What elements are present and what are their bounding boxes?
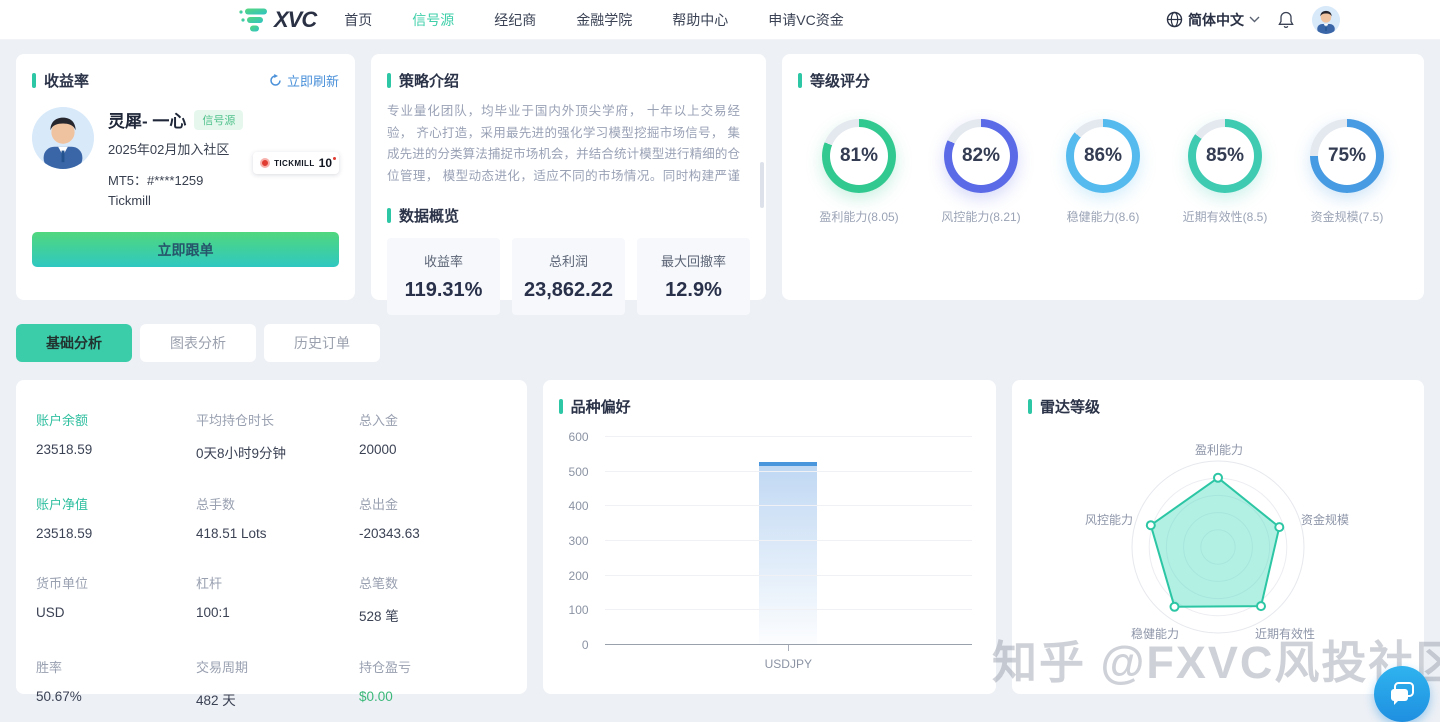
fxvc-logo-icon: [238, 5, 272, 35]
nav-item-help-center[interactable]: 帮助中心: [672, 10, 728, 30]
brand-logo[interactable]: XVC: [238, 5, 316, 35]
radar-label-stability: 稳健能力: [1110, 625, 1200, 642]
card-title-symbol-preference: 品种偏好: [559, 396, 980, 417]
stat-currency-unit: 货币单位 USD: [36, 573, 196, 625]
strategy-card: 策略介绍 专业量化团队，均毕业于国内外顶尖学府， 十年以上交易经验， 齐心打造，…: [371, 54, 766, 300]
stat-total-trades: 总笔数 528 笔: [359, 573, 511, 625]
gauge-risk-control: 82% 风控能力(8.21): [922, 119, 1040, 225]
card-title-strategy: 策略介绍: [387, 70, 750, 91]
refresh-link[interactable]: 立即刷新: [269, 71, 339, 90]
bar-chart-y-axis: 0100200300400500600: [559, 437, 595, 645]
strategy-scrollbar[interactable]: [760, 162, 764, 208]
bar-usdjpy[interactable]: [759, 462, 817, 645]
title-marker: [387, 208, 391, 223]
level-rating-card: 等级评分 81% 盈利能力(8.05) 82% 风控能力(8.21) 86% 稳…: [782, 54, 1424, 300]
signal-profile-card: 收益率 立即刷新: [16, 54, 355, 300]
symbol-preference-bar-chart: 0100200300400500600 USDJPY: [559, 431, 980, 679]
overview-stat-total-profit: 总利润 23,862.22: [512, 238, 625, 315]
title-marker: [1028, 399, 1032, 414]
signal-avatar: [32, 107, 94, 169]
nav-item-academy[interactable]: 金融学院: [576, 10, 632, 30]
card-title-yield: 收益率: [32, 70, 89, 91]
radar-chart: 盈利能力 资金规模 近期有效性 稳健能力 风控能力: [1028, 425, 1408, 687]
signal-name: 灵犀- 一心: [108, 107, 186, 132]
brand-logo-text: XVC: [274, 7, 316, 33]
nav-item-home[interactable]: 首页: [344, 10, 372, 30]
account-stats-card: 账户余额 23518.59 平均持仓时长 0天8小时9分钟 总入金 20000 …: [16, 380, 527, 694]
radar-rating-card: 雷达等级 盈利能力 资金规模 近期有效性 稳健能力: [1012, 380, 1424, 694]
card-title-data-overview: 数据概览: [387, 205, 750, 226]
stat-leverage: 杠杆 100:1: [196, 573, 359, 625]
analysis-tabs: 基础分析 图表分析 历史订单: [16, 324, 1424, 362]
stat-account-equity: 账户净值 23518.59: [36, 494, 196, 541]
title-marker: [32, 73, 36, 88]
radar-label-profitability: 盈利能力: [1174, 441, 1264, 458]
gauge-stability: 86% 稳健能力(8.6): [1044, 119, 1162, 225]
tickmill-logo-icon: [260, 158, 270, 168]
radar-chart-svg: [1028, 425, 1408, 687]
signal-source-badge: 信号源: [194, 110, 243, 130]
card-title-rating: 等级评分: [798, 70, 1408, 91]
avatar-person-icon: [1312, 6, 1340, 34]
tickmill-broker-badge: TICKMILL 10: [253, 152, 339, 174]
gauge-fund-scale: 75% 资金规模(7.5): [1288, 119, 1406, 225]
main-nav: 首页 信号源 经纪商 金融学院 帮助中心 申请VC资金: [344, 10, 843, 30]
stat-win-rate: 胜率 50.67%: [36, 657, 196, 709]
avatar-person-icon: [32, 107, 94, 169]
overview-stat-max-drawdown: 最大回撤率 12.9%: [637, 238, 750, 315]
stat-account-balance: 账户余额 23518.59: [36, 410, 196, 462]
title-marker: [387, 73, 391, 88]
user-avatar[interactable]: [1312, 6, 1340, 34]
broker-name: Tickmill: [108, 193, 243, 208]
bell-icon[interactable]: [1278, 11, 1294, 29]
radar-label-fund-scale: 资金规模: [1280, 511, 1370, 528]
chat-bubbles-icon: [1388, 681, 1416, 707]
customer-service-chat-button[interactable]: [1374, 666, 1430, 722]
stat-trading-period: 交易周期 482 天: [196, 657, 359, 709]
gauge-recent-effectiveness: 85% 近期有效性(8.5): [1166, 119, 1284, 225]
joined-date: 2025年02月加入社区: [108, 139, 243, 158]
language-label: 简体中文: [1188, 10, 1244, 30]
nav-item-apply-vc-funds[interactable]: 申请VC资金: [768, 10, 843, 30]
rating-gauges: 81% 盈利能力(8.05) 82% 风控能力(8.21) 86% 稳健能力(8…: [798, 119, 1408, 225]
account-stats-grid: 账户余额 23518.59 平均持仓时长 0天8小时9分钟 总入金 20000 …: [32, 410, 511, 709]
header-right-controls: 简体中文: [1166, 6, 1340, 34]
radar-label-risk-control: 风控能力: [1064, 511, 1154, 528]
title-marker: [559, 399, 563, 414]
stat-total-lots: 总手数 418.51 Lots: [196, 494, 359, 541]
gauge-profitability: 81% 盈利能力(8.05): [800, 119, 918, 225]
stat-avg-holding-time: 平均持仓时长 0天8小时9分钟: [196, 410, 359, 462]
tab-history-orders[interactable]: 历史订单: [264, 324, 380, 362]
bar-x-label: USDJPY: [605, 657, 972, 671]
strategy-description[interactable]: 专业量化团队，均毕业于国内外顶尖学府， 十年以上交易经验， 齐心打造，采用最先进…: [387, 101, 750, 189]
tab-basic-analysis[interactable]: 基础分析: [16, 324, 132, 362]
radar-label-recent-effectiveness: 近期有效性: [1240, 625, 1330, 642]
bar-chart-plot-area: [605, 437, 972, 645]
language-selector[interactable]: 简体中文: [1166, 10, 1260, 30]
nav-item-brokers[interactable]: 经纪商: [494, 10, 536, 30]
page-content: 收益率 立即刷新: [0, 40, 1440, 694]
mt5-account: MT5：#****1259: [108, 170, 243, 189]
top-nav-bar: XVC 首页 信号源 经纪商 金融学院 帮助中心 申请VC资金 简体中文: [0, 0, 1440, 40]
stat-total-deposit: 总入金 20000: [359, 410, 511, 462]
chevron-down-icon: [1249, 16, 1260, 23]
symbol-preference-card: 品种偏好 0100200300400500600 USDJPY: [543, 380, 996, 694]
globe-icon: [1166, 11, 1183, 28]
card-title-radar: 雷达等级: [1028, 396, 1408, 417]
stat-total-withdrawal: 总出金 -20343.63: [359, 494, 511, 541]
follow-now-button[interactable]: 立即跟单: [32, 232, 339, 267]
x-axis-tick: [788, 645, 789, 651]
stat-floating-pnl: 持仓盈亏 $0.00: [359, 657, 511, 709]
tab-chart-analysis[interactable]: 图表分析: [140, 324, 256, 362]
overview-stat-yield: 收益率 119.31%: [387, 238, 500, 315]
title-marker: [798, 73, 802, 88]
nav-item-signal-sources[interactable]: 信号源: [412, 10, 454, 30]
refresh-icon: [269, 74, 282, 87]
